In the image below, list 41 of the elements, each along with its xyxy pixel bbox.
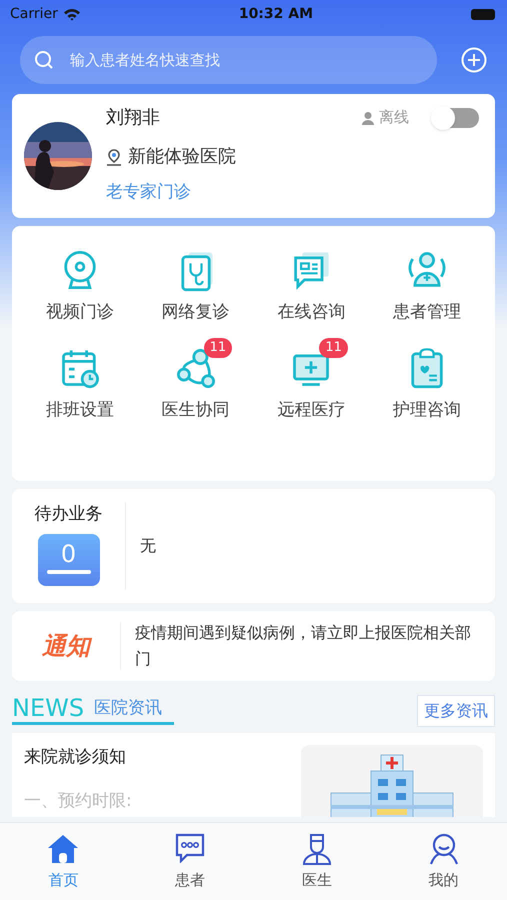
location-pin-icon [106, 148, 122, 166]
menu-item[interactable]: 网络复诊 [138, 238, 254, 332]
search-input[interactable]: 输入患者姓名快速查找 [70, 48, 423, 72]
todo-content: 无 [140, 535, 156, 557]
search-field[interactable]: 输入患者姓名快速查找 [20, 36, 437, 84]
status-label: 离线 [379, 107, 409, 128]
todo-title: 待办业务 [34, 503, 102, 526]
chat-bubble-icon [174, 833, 206, 865]
doctor-name: 刘翔非 [106, 106, 160, 130]
menu-item[interactable]: 11 医生协同 [138, 336, 254, 429]
tab-item[interactable]: 首页 [0, 833, 127, 900]
todo-count: 0 [60, 538, 76, 570]
news-excerpt: 一、预约时限: [24, 790, 132, 812]
count-badge: 11 [204, 338, 232, 358]
carrier-label: Carrier [10, 4, 58, 24]
tab-item[interactable]: 我的 [380, 833, 507, 900]
tab-item[interactable]: 患者 [126, 833, 254, 900]
count-badge: 11 [319, 338, 348, 358]
search-icon [34, 50, 54, 70]
notice-label: 通知 [42, 628, 90, 664]
menu-item[interactable]: 排班设置 [22, 336, 138, 429]
menu-item[interactable]: 视频门诊 [22, 238, 138, 332]
home-icon [46, 833, 80, 865]
menu-item[interactable]: 护理咨询 [369, 336, 485, 429]
add-button[interactable] [461, 47, 487, 73]
doctor-icon [302, 833, 332, 865]
user-icon [428, 833, 459, 865]
tab-item[interactable]: 医生 [254, 833, 380, 900]
menu-item[interactable]: 11 远程医疗 [254, 336, 370, 429]
news-title: NEWS 医院资讯 [12, 695, 174, 725]
online-toggle[interactable] [433, 108, 479, 128]
news-card[interactable]: 来院就诊须知 一、预约时限: [12, 733, 495, 817]
status-time: 10:32 AM [238, 4, 314, 24]
news-headline: 来院就诊须知 [24, 746, 127, 769]
wifi-icon [62, 8, 81, 20]
menu-item[interactable]: 在线咨询 [254, 238, 370, 332]
person-icon [361, 110, 375, 124]
more-news-button[interactable]: 更多资讯 [417, 695, 495, 727]
menu-item[interactable]: 患者管理 [369, 238, 485, 332]
hospital-name: 新能体验医院 [128, 145, 236, 169]
notice-text: 疫情期间遇到疑似病例，请立即上报医院相关部门 [134, 622, 471, 670]
